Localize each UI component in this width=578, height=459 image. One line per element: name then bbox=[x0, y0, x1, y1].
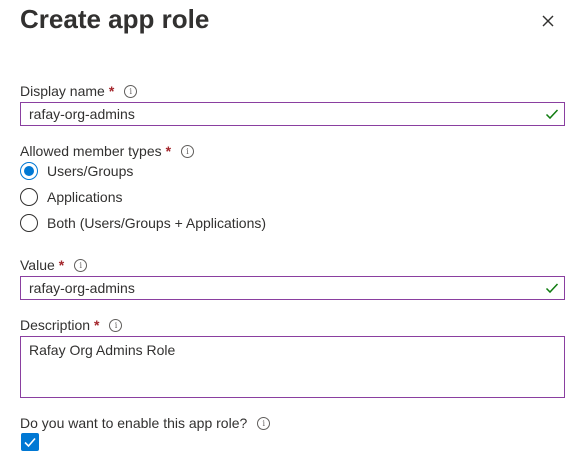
required-marker: * bbox=[108, 83, 115, 99]
display-name-input[interactable]: rafay-org-admins bbox=[20, 102, 565, 126]
value-label-row: Value * i bbox=[20, 257, 88, 273]
enable-label: Do you want to enable this app role? bbox=[20, 415, 248, 431]
description-textarea[interactable]: Rafay Org Admins Role bbox=[20, 336, 565, 398]
display-name-value[interactable]: rafay-org-admins bbox=[29, 106, 135, 122]
value-field-value[interactable]: rafay-org-admins bbox=[29, 280, 135, 296]
info-icon[interactable]: i bbox=[257, 416, 271, 430]
enable-checkbox[interactable] bbox=[21, 433, 39, 451]
radio-applications[interactable]: Applications bbox=[20, 188, 123, 206]
description-label-row: Description * i bbox=[20, 317, 123, 333]
value-label: Value bbox=[20, 257, 55, 273]
required-marker: * bbox=[94, 317, 100, 333]
enable-label-row: Do you want to enable this app role? i bbox=[20, 415, 271, 431]
checkmark-icon bbox=[545, 283, 559, 294]
radio-users-groups[interactable]: Users/Groups bbox=[20, 162, 133, 180]
info-icon[interactable]: i bbox=[74, 258, 88, 272]
radio-both[interactable]: Both (Users/Groups + Applications) bbox=[20, 214, 266, 232]
radio-label[interactable]: Users/Groups bbox=[47, 163, 133, 179]
close-icon[interactable] bbox=[538, 11, 558, 31]
panel-title: Create app role bbox=[20, 4, 210, 34]
required-marker: * bbox=[58, 257, 65, 273]
info-icon[interactable]: i bbox=[124, 84, 138, 98]
checkmark-icon bbox=[545, 109, 559, 120]
value-input[interactable]: rafay-org-admins bbox=[20, 276, 565, 300]
member-types-label: Allowed member types bbox=[20, 143, 162, 159]
member-types-label-row: Allowed member types * i bbox=[20, 143, 195, 159]
radio-label[interactable]: Applications bbox=[47, 189, 123, 205]
radio-button-selected[interactable] bbox=[20, 162, 38, 180]
create-app-role-panel: Create app role Display name * i rafay-o… bbox=[0, 0, 578, 459]
radio-button[interactable] bbox=[20, 214, 38, 232]
radio-button[interactable] bbox=[20, 188, 38, 206]
radio-label[interactable]: Both (Users/Groups + Applications) bbox=[47, 215, 266, 231]
display-name-label-row: Display name * i bbox=[20, 83, 138, 99]
description-label: Description bbox=[20, 317, 91, 333]
required-marker: * bbox=[165, 143, 172, 159]
checkmark-icon bbox=[24, 437, 36, 448]
info-icon[interactable]: i bbox=[181, 144, 195, 158]
description-value[interactable]: Rafay Org Admins Role bbox=[29, 342, 175, 358]
display-name-label: Display name bbox=[20, 83, 105, 99]
info-icon[interactable]: i bbox=[109, 318, 123, 332]
